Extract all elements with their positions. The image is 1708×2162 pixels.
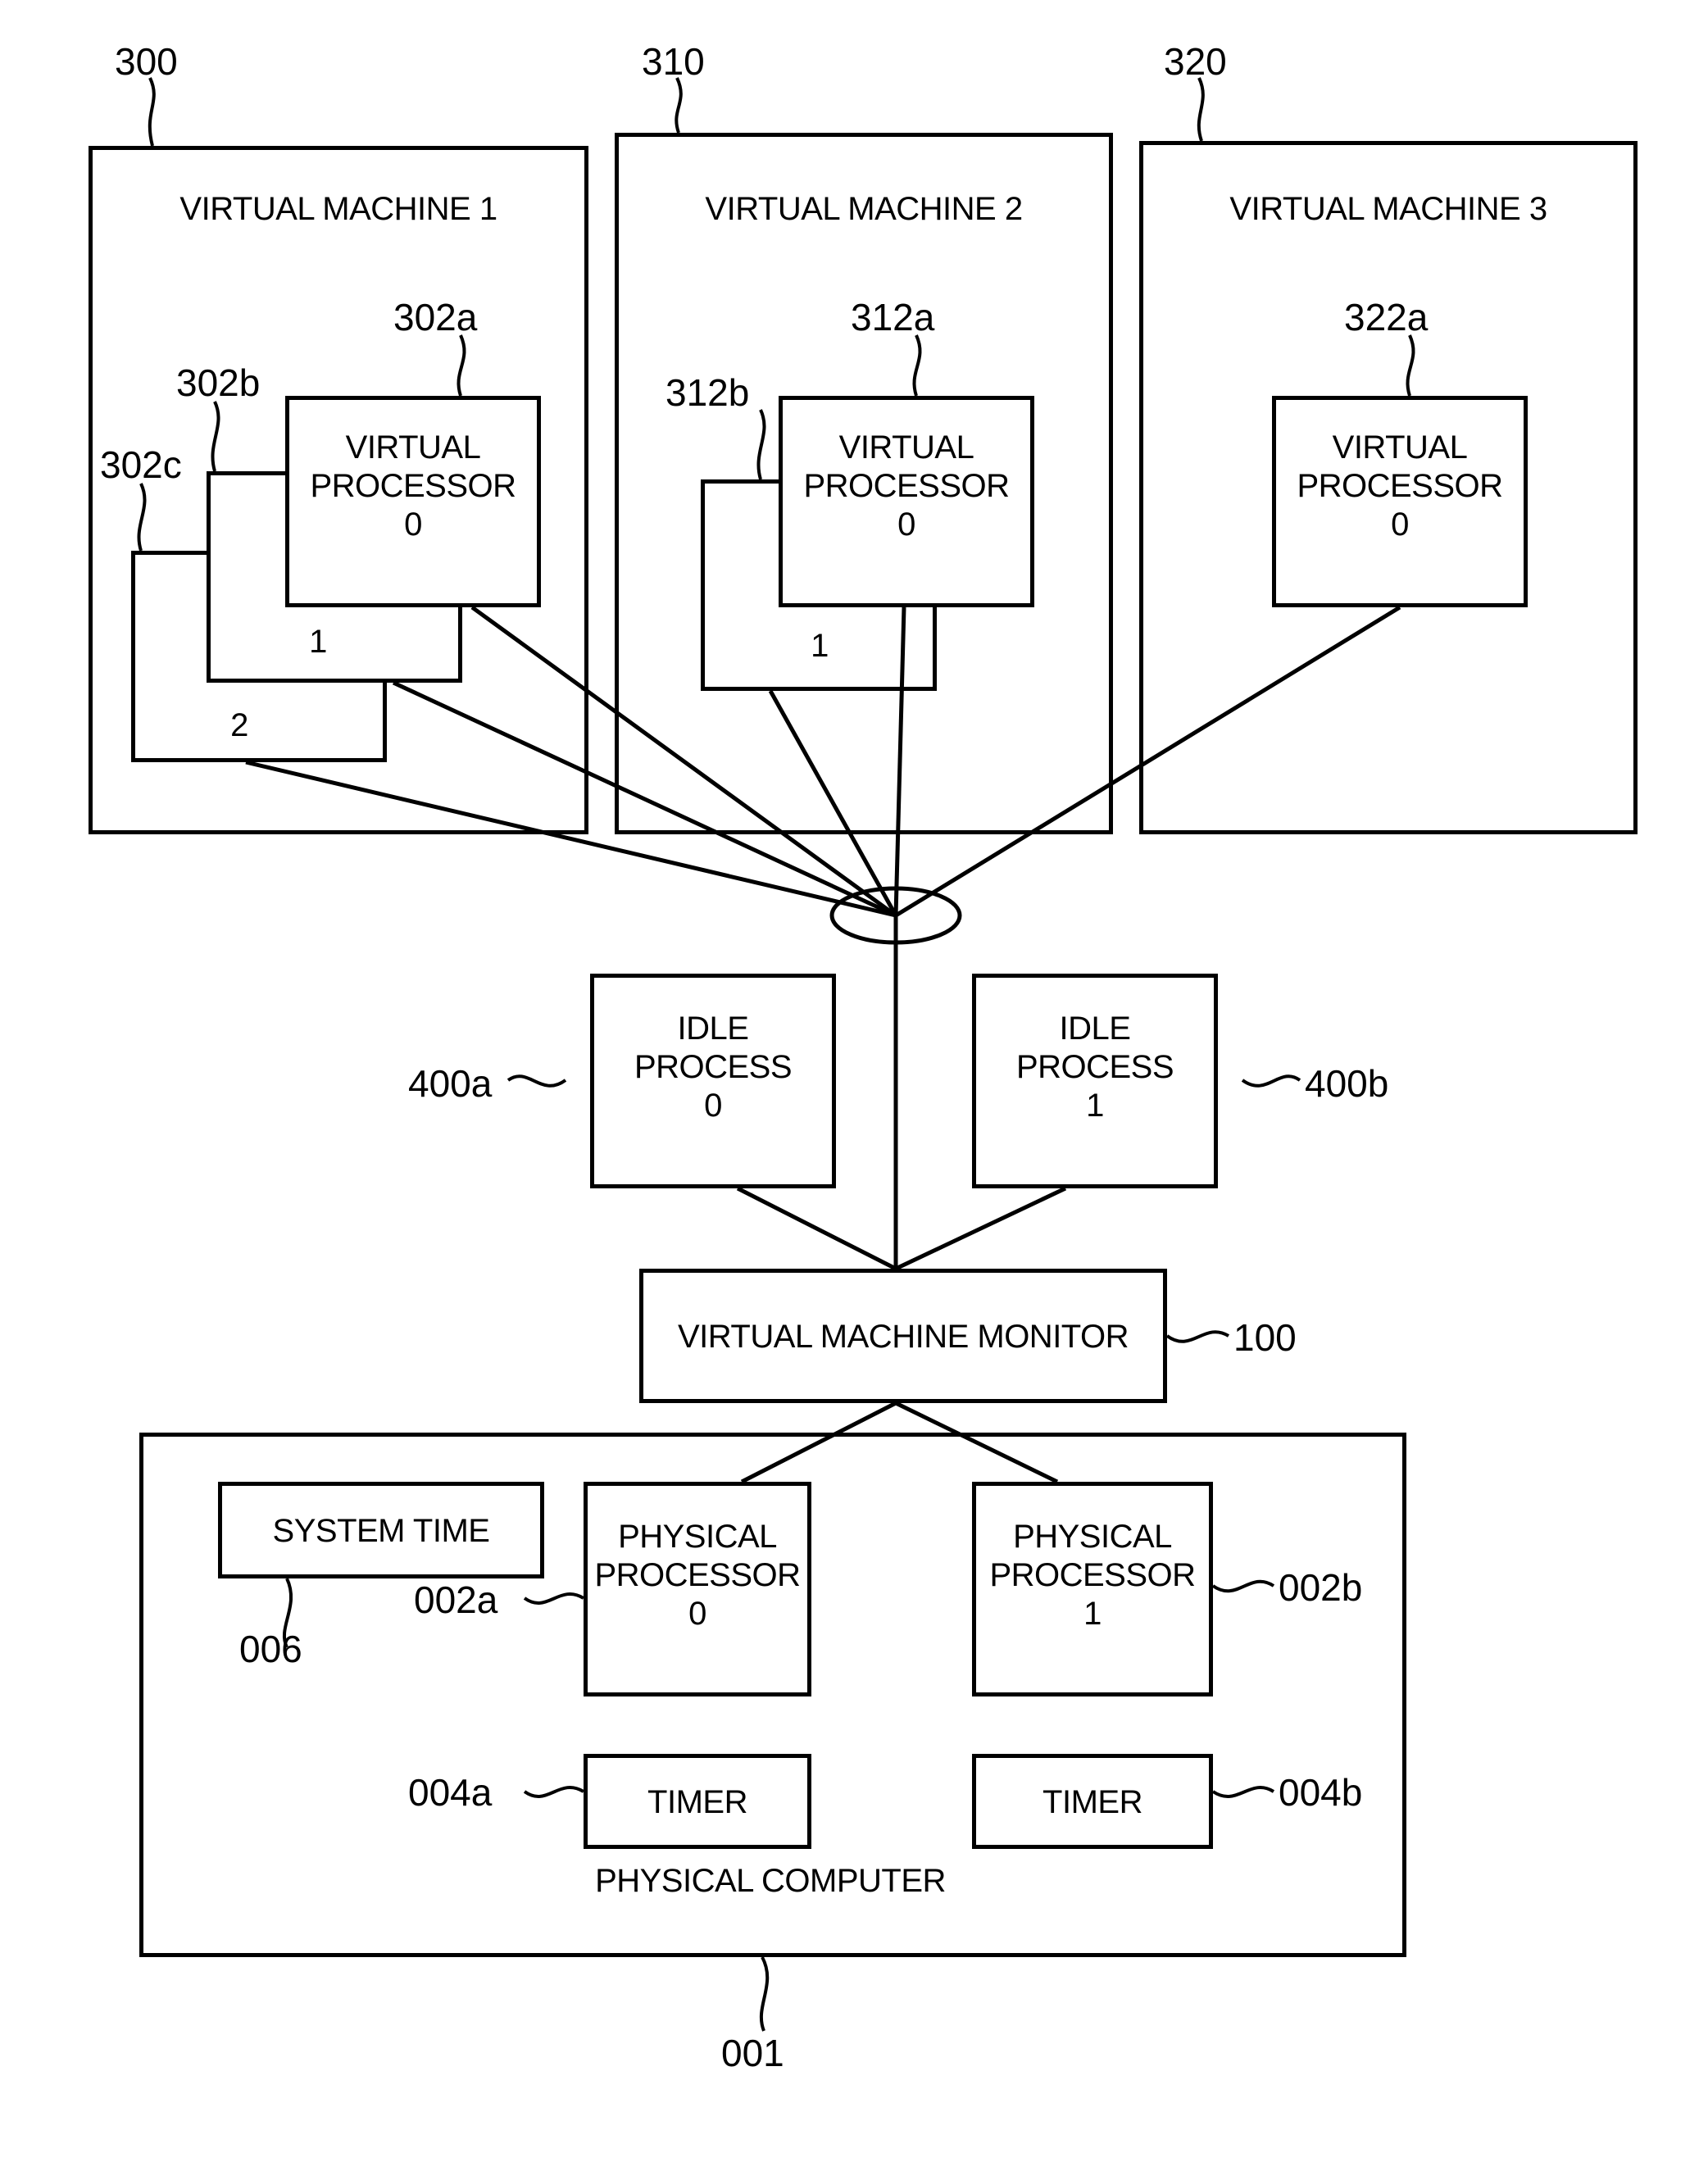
link-idle1-to-vmm [894, 1186, 1067, 1271]
link-idle0-to-vmm [736, 1186, 897, 1271]
vm1-virtual-processor-1-label: 1 [309, 624, 327, 660]
ref-302a: 302a [393, 296, 478, 338]
scheduler-hub-ellipse [829, 886, 962, 945]
ref-310: 310 [642, 40, 705, 83]
timer-b-label: TIMER [1043, 1784, 1142, 1820]
vm3-virtual-processor-0-label: VIRTUAL PROCESSOR 0 [1297, 429, 1503, 543]
physical-processor-1-label: PHYSICAL PROCESSOR 1 [989, 1519, 1196, 1633]
ref-006: 006 [239, 1628, 302, 1670]
figure-canvas: VIRTUAL MACHINE 1 VIRTUAL MACHINE 2 VIRT… [0, 0, 1708, 2162]
vm1-virtual-processor-2-label: 2 [230, 707, 248, 743]
ref-322a: 322a [1344, 296, 1429, 338]
leader-300 [148, 77, 156, 147]
ref-002a: 002a [414, 1578, 498, 1621]
virtual-machine-3-title: VIRTUAL MACHINE 3 [1229, 191, 1547, 227]
vm2-virtual-processor-1-label: 1 [811, 628, 829, 664]
ref-004b: 004b [1279, 1771, 1363, 1814]
system-time-label: SYSTEM TIME [272, 1513, 490, 1549]
ref-312a: 312a [851, 296, 935, 338]
vm2-virtual-processor-0-label: VIRTUAL PROCESSOR 0 [803, 429, 1010, 543]
ref-100: 100 [1233, 1316, 1297, 1359]
virtual-machine-2-title: VIRTUAL MACHINE 2 [705, 191, 1023, 227]
leader-400b [1241, 1074, 1301, 1088]
leader-310 [675, 77, 683, 134]
leader-001 [759, 1956, 770, 2032]
ref-302b: 302b [176, 361, 261, 404]
virtual-machine-1-title: VIRTUAL MACHINE 1 [179, 191, 497, 227]
ref-004a: 004a [408, 1771, 493, 1814]
ref-400a: 400a [408, 1062, 493, 1105]
ref-002b: 002b [1279, 1566, 1363, 1609]
leader-320 [1197, 77, 1205, 142]
vm1-virtual-processor-0-label: VIRTUAL PROCESSOR 0 [310, 429, 516, 543]
physical-computer-label: PHYSICAL COMPUTER [595, 1863, 946, 1899]
ref-001: 001 [721, 2032, 784, 2074]
idle-process-0-label: IDLE PROCESS 0 [634, 1011, 793, 1124]
ref-300: 300 [115, 40, 178, 83]
ref-400b: 400b [1305, 1062, 1389, 1105]
ref-312b: 312b [665, 371, 750, 414]
virtual-machine-monitor-label: VIRTUAL MACHINE MONITOR [677, 1319, 1129, 1355]
ref-320: 320 [1164, 40, 1227, 83]
physical-processor-0-label: PHYSICAL PROCESSOR 0 [594, 1519, 801, 1633]
leader-100 [1165, 1330, 1230, 1343]
ref-302c: 302c [100, 443, 182, 486]
idle-process-1-label: IDLE PROCESS 1 [1015, 1011, 1174, 1124]
leader-400a [506, 1074, 567, 1088]
timer-a-label: TIMER [647, 1784, 747, 1820]
